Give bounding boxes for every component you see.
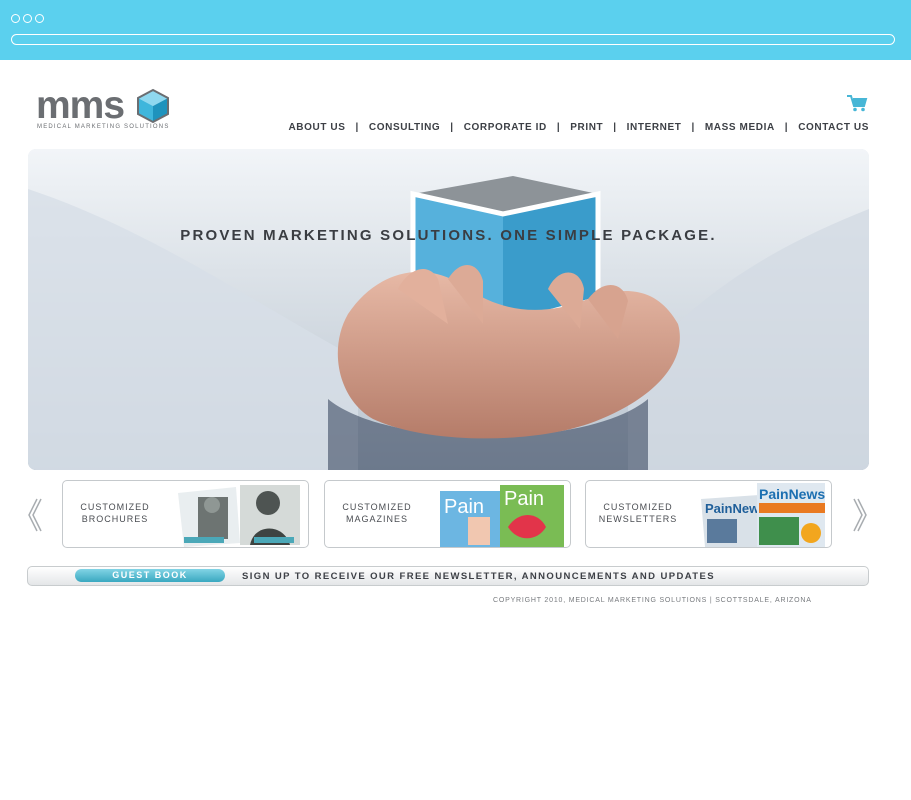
card-title-line: CUSTOMIZED	[342, 502, 412, 512]
nav-separator: |	[784, 122, 789, 133]
card-title-line: MAGAZINES	[345, 514, 408, 524]
logo-wordmark: mms	[36, 84, 125, 127]
nav-separator: |	[355, 122, 359, 133]
guest-book-button[interactable]: GUEST BOOK	[75, 569, 225, 582]
newsletter-cover-title: PainNews	[759, 486, 825, 502]
nav-consulting[interactable]: CONSULTING	[369, 122, 440, 133]
hero-headline: PROVEN MARKETING SOLUTIONS. ONE SIMPLE P…	[180, 227, 717, 244]
nav-internet[interactable]: INTERNET	[627, 122, 682, 133]
hero-illustration	[28, 149, 869, 470]
logo-subtitle: MEDICAL MARKETING SOLUTIONS	[37, 124, 170, 130]
newsletter-cover-title-2: PainNew	[705, 501, 760, 516]
card-title-line: NEWSLETTERS	[598, 514, 678, 524]
nav-mass-media[interactable]: MASS MEDIA	[705, 122, 775, 133]
card-brochures[interactable]: CUSTOMIZED BROCHURES	[62, 480, 309, 548]
card-magazines[interactable]: CUSTOMIZED MAGAZINES Pain Pain	[324, 480, 571, 548]
nav-about-us[interactable]: ABOUT US	[288, 122, 345, 133]
main-nav: ABOUT US | CONSULTING | CORPORATE ID | P…	[288, 122, 869, 133]
newsletter-signup-link[interactable]: SIGN UP TO RECEIVE OUR FREE NEWSLETTER, …	[242, 571, 715, 582]
card-title-line: CUSTOMIZED	[80, 502, 150, 512]
nav-separator: |	[556, 122, 561, 133]
cube-icon	[137, 88, 169, 124]
nav-separator: |	[691, 122, 695, 133]
card-title: CUSTOMIZED NEWSLETTERS	[586, 501, 690, 525]
hero-banner[interactable]: PROVEN MARKETING SOLUTIONS. ONE SIMPLE P…	[28, 149, 869, 470]
copyright-text: COPYRIGHT 2010, MEDICAL MARKETING SOLUTI…	[493, 597, 812, 604]
magazine-cover-title-2: Pain	[504, 488, 544, 510]
window-controls	[11, 14, 44, 23]
address-bar[interactable]	[11, 34, 895, 45]
card-title-line: BROCHURES	[81, 514, 149, 524]
chevron-right-icon[interactable]	[853, 497, 869, 533]
nav-contact-us[interactable]: CONTACT US	[798, 122, 869, 133]
nav-separator: |	[450, 122, 454, 133]
guestbook-bar: GUEST BOOK SIGN UP TO RECEIVE OUR FREE N…	[27, 566, 869, 586]
card-title-line: CUSTOMIZED	[603, 502, 673, 512]
brochure-thumbnail	[178, 485, 300, 547]
window-dot-icon[interactable]	[11, 14, 20, 23]
window-dot-icon[interactable]	[23, 14, 32, 23]
window-dot-icon[interactable]	[35, 14, 44, 23]
nav-corporate-id[interactable]: CORPORATE ID	[464, 122, 547, 133]
card-newsletters[interactable]: CUSTOMIZED NEWSLETTERS PainNew PainNews	[585, 480, 832, 548]
newsletter-thumbnail: PainNew PainNews	[701, 483, 825, 547]
card-title: CUSTOMIZED BROCHURES	[63, 501, 167, 525]
nav-print[interactable]: PRINT	[570, 122, 603, 133]
cart-icon[interactable]	[846, 94, 868, 112]
browser-chrome	[0, 0, 911, 60]
site-logo[interactable]: mms MEDICAL MARKETING SOLUTIONS	[36, 86, 176, 136]
magazine-cover-title: Pain	[444, 496, 484, 518]
magazine-thumbnail: Pain Pain	[440, 485, 564, 547]
chevron-left-icon[interactable]	[26, 497, 42, 533]
nav-separator: |	[613, 122, 617, 133]
card-title: CUSTOMIZED MAGAZINES	[325, 501, 429, 525]
